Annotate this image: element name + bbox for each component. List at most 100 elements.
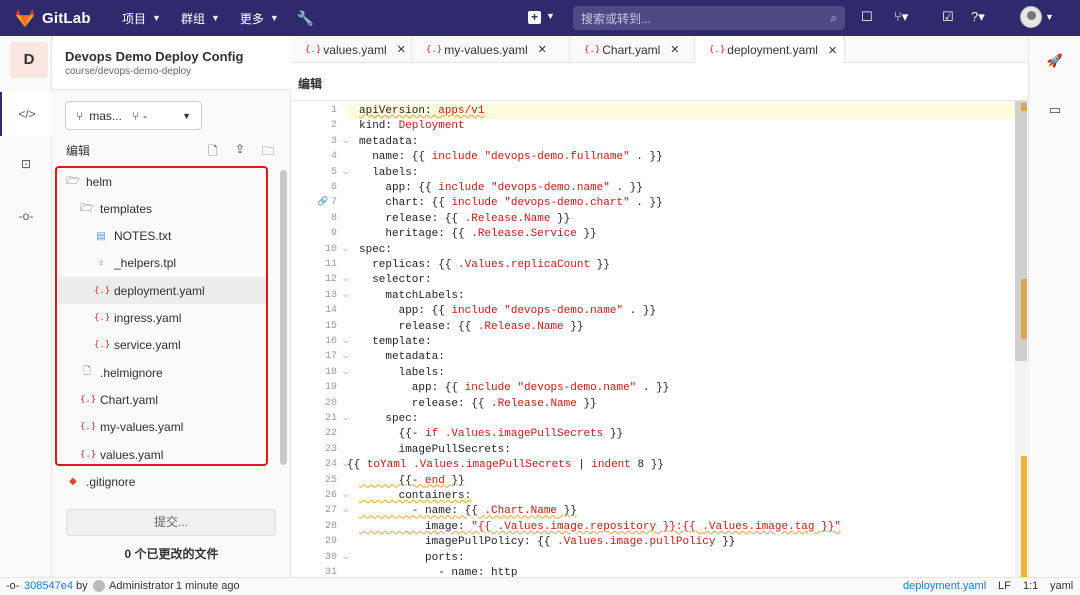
code-line: 20 release: {{ .Release.Name }}: [291, 398, 1011, 413]
commit-mode-icon[interactable]: -o-: [0, 194, 52, 238]
search-placeholder: 搜索或转到...: [581, 11, 652, 26]
nav-groups[interactable]: 群组 ▼: [181, 10, 220, 27]
chevron-down-icon[interactable]: ▼: [546, 11, 555, 21]
fold-chevron-icon[interactable]: ⌵: [343, 552, 348, 562]
issues-icon[interactable]: ☐: [861, 9, 873, 25]
search-input[interactable]: 搜索或转到... ⌕: [573, 6, 845, 30]
upload-icon[interactable]: ⇪: [235, 142, 245, 156]
commit-time: 1 minute ago: [176, 580, 240, 592]
code-text: template:: [359, 336, 432, 348]
code-line: 13 ⌵ matchLabels:: [291, 290, 1011, 305]
gitlab-logo[interactable]: GitLab: [14, 8, 102, 28]
code-text: metadata:: [359, 351, 445, 364]
terminal-icon[interactable]: ▭: [1029, 102, 1080, 118]
code-text: chart: {{ include "devops-demo.chart" . …: [359, 197, 663, 210]
line-number: 25: [324, 474, 337, 486]
chevron-down-icon[interactable]: ▼: [1045, 12, 1054, 22]
line-number: 13: [324, 289, 337, 301]
fold-chevron-icon[interactable]: ⌵: [343, 274, 348, 284]
fold-chevron-icon[interactable]: ⌵: [343, 490, 348, 500]
project-avatar[interactable]: D: [10, 42, 48, 78]
close-icon[interactable]: ✕: [828, 44, 837, 57]
chevron-down-icon: ▼: [182, 110, 191, 121]
project-header: D Devops Demo Deploy Config course/devop…: [10, 36, 291, 90]
tab-label: deployment.yaml: [727, 43, 818, 57]
code-text: - name: http: [359, 567, 518, 577]
code-text: {{- if .Values.imagePullSecrets }}: [359, 428, 624, 441]
yaml-icon: {.}: [709, 45, 726, 55]
editor-tabs: {.} values.yaml ✕ {.} my-values.yaml ✕ {.} Ch…: [291, 36, 1028, 64]
highlight-box: [55, 166, 268, 466]
new-file-icon[interactable]: 🗋: [208, 142, 218, 163]
code-editor[interactable]: 1 apiVersion: apps/v1 2 kind: Deployment 3 ⌵ m…: [291, 101, 1028, 577]
code-line: 2 kind: Deployment: [291, 120, 1011, 135]
code-text: app: {{ include "devops-demo.name" . }}: [359, 182, 643, 194]
code-line: 5 ⌵ labels:: [291, 167, 1011, 182]
fold-chevron-icon[interactable]: ⌵: [343, 167, 348, 177]
code-text: heritage: {{ .Release.Service }}: [359, 228, 597, 241]
line-number: 29: [324, 536, 337, 548]
tree-item[interactable]: ◆ .gitignore: [58, 468, 268, 495]
rocket-icon[interactable]: 🚀: [1029, 53, 1080, 69]
editor-scrollbar[interactable]: [1015, 101, 1027, 577]
code-text: labels:: [359, 366, 445, 379]
tab-chart-yaml[interactable]: {.} Chart.yaml ✕: [570, 36, 695, 63]
todo-icon[interactable]: ☑: [942, 9, 954, 25]
editor-mode-label[interactable]: 编辑: [298, 75, 322, 92]
scrollbar-marker: [1021, 456, 1027, 577]
chevron-down-icon: ▼: [210, 13, 220, 23]
wrench-icon[interactable]: 🔧: [297, 10, 314, 27]
commit-sha[interactable]: 308547e4: [24, 580, 73, 592]
nav-more[interactable]: 更多 ▼: [240, 10, 279, 27]
line-number: 19: [324, 382, 337, 394]
fold-chevron-icon[interactable]: ⌵: [343, 413, 348, 423]
tree-item-label: .gitignore: [86, 474, 136, 489]
tab-label: values.yaml: [323, 42, 387, 57]
fold-chevron-icon[interactable]: ⌵: [343, 336, 348, 346]
status-bar: -o- 308547e4 by Administrator 1 minute a…: [0, 577, 1080, 595]
code-text: {{ toYaml .Values.imagePullSecrets | ind…: [347, 459, 664, 472]
file-language: yaml: [1050, 580, 1074, 592]
line-number: 15: [324, 320, 337, 332]
link-icon[interactable]: 🔗: [317, 197, 328, 207]
review-mode-icon[interactable]: ⊡: [0, 142, 52, 186]
edit-mode-icon[interactable]: </>: [0, 92, 52, 136]
tab-my-values-yaml[interactable]: {.} my-values.yaml ✕: [412, 36, 570, 63]
fold-chevron-icon[interactable]: ⌵: [343, 290, 348, 300]
code-text: - name: {{ .Chart.Name }}: [359, 505, 577, 518]
plus-icon[interactable]: +: [528, 11, 541, 24]
sidebar-scrollbar[interactable]: [280, 170, 287, 465]
line-number: 1: [330, 105, 337, 116]
fold-chevron-icon[interactable]: ⌵: [343, 505, 348, 515]
gitlab-tanuki-icon: [15, 8, 35, 28]
tab-deployment-yaml[interactable]: {.} deployment.yaml ✕: [695, 36, 845, 64]
nav-projects[interactable]: 项目 ▼: [122, 10, 161, 27]
project-name[interactable]: Devops Demo Deploy Config: [65, 49, 243, 64]
close-icon[interactable]: ✕: [397, 43, 406, 56]
fold-chevron-icon[interactable]: ⌵: [343, 136, 348, 146]
code-text: selector:: [359, 274, 432, 287]
git-icon: ◆: [69, 476, 77, 488]
code-line: 16 ⌵ template:: [291, 336, 1011, 351]
close-icon[interactable]: ✕: [538, 43, 547, 56]
branch-dropdown[interactable]: ⑂ mas... ⑂ - ▼: [65, 101, 202, 130]
code-text: kind: Deployment: [359, 120, 465, 133]
commit-button[interactable]: 提交...: [66, 509, 276, 536]
new-folder-icon[interactable]: 🗀: [262, 142, 274, 163]
current-file[interactable]: deployment.yaml: [903, 580, 986, 592]
user-avatar[interactable]: [1020, 6, 1042, 28]
line-number: 23: [324, 443, 337, 455]
help-icon[interactable]: ?▾: [971, 9, 985, 25]
fold-chevron-icon[interactable]: ⌵: [343, 351, 348, 361]
code-text: matchLabels:: [359, 289, 465, 302]
fold-chevron-icon[interactable]: ⌵: [343, 367, 348, 377]
merge-request-icon[interactable]: ⑂▾: [894, 9, 908, 25]
close-icon[interactable]: ✕: [670, 43, 679, 56]
code-line: 12 ⌵ selector:: [291, 274, 1011, 289]
tab-values-yaml[interactable]: {.} values.yaml ✕: [291, 36, 412, 63]
fold-chevron-icon[interactable]: ⌵: [343, 244, 348, 254]
line-number: 7: [330, 197, 337, 209]
code-line: 17 ⌵ metadata:: [291, 351, 1011, 366]
line-number: 8: [330, 212, 337, 224]
line-number: 5: [330, 166, 337, 178]
